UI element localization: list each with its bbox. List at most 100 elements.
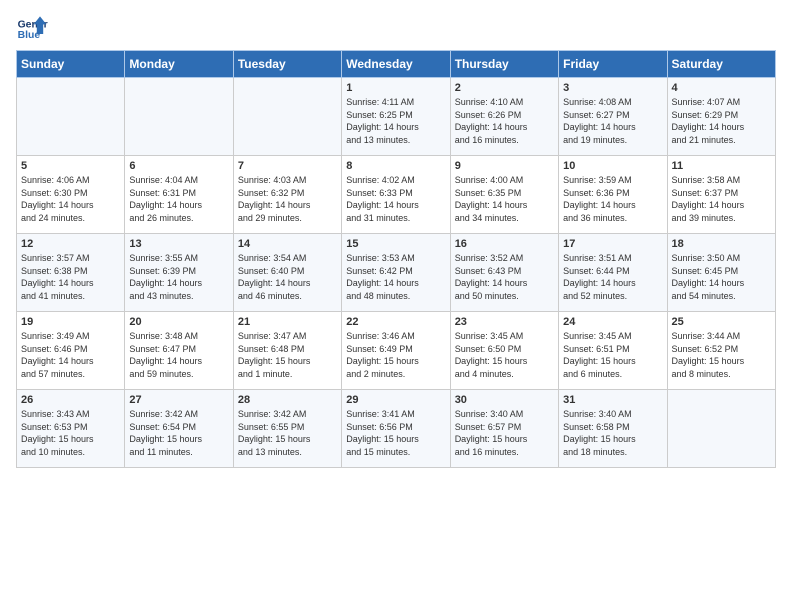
day-number: 22: [346, 316, 445, 328]
day-number: 30: [455, 394, 554, 406]
day-cell: 20 Sunrise: 3:48 AM Sunset: 6:47 PM Dayli…: [125, 312, 233, 390]
day-cell: [233, 78, 341, 156]
day-cell: 17Sunrise: 3:51 AM Sunset: 6:44 PM Dayli…: [559, 234, 667, 312]
day-cell: 12 Sunrise: 3:57 AM Sunset: 6:38 PM Dayli…: [17, 234, 125, 312]
day-cell: 23Sunrise: 3:45 AM Sunset: 6:50 PM Dayli…: [450, 312, 558, 390]
day-cell: [17, 78, 125, 156]
day-info: Sunrise: 3:44 AM Sunset: 6:52 PM Dayligh…: [672, 330, 771, 380]
day-number: 6: [129, 160, 228, 172]
day-number: 4: [672, 82, 771, 94]
day-number: 21: [238, 316, 337, 328]
day-number: 27: [129, 394, 228, 406]
day-number: 15: [346, 238, 445, 250]
day-info: Sunrise: 3:47 AM Sunset: 6:48 PM Dayligh…: [238, 330, 337, 380]
day-info: Sunrise: 3:42 AM Sunset: 6:54 PM Dayligh…: [129, 408, 228, 458]
day-cell: 13 Sunrise: 3:55 AM Sunset: 6:39 PM Dayli…: [125, 234, 233, 312]
day-number: 23: [455, 316, 554, 328]
day-info: Sunrise: 3:59 AM Sunset: 6:36 PM Dayligh…: [563, 174, 662, 224]
day-cell: 18 Sunrise: 3:50 AM Sunset: 6:45 PM Dayli…: [667, 234, 775, 312]
day-cell: 6 Sunrise: 4:04 AM Sunset: 6:31 PM Daylig…: [125, 156, 233, 234]
day-number: 19: [21, 316, 120, 328]
day-cell: 31 Sunrise: 3:40 AM Sunset: 6:58 PM Dayli…: [559, 390, 667, 468]
day-cell: 22 Sunrise: 3:46 AM Sunset: 6:49 PM Dayli…: [342, 312, 450, 390]
days-header-row: SundayMondayTuesdayWednesdayThursdayFrid…: [17, 51, 776, 78]
day-cell: 30 Sunrise: 3:40 AM Sunset: 6:57 PM Dayli…: [450, 390, 558, 468]
day-cell: 29Sunrise: 3:41 AM Sunset: 6:56 PM Dayli…: [342, 390, 450, 468]
header: General Blue: [16, 10, 776, 42]
day-number: 17: [563, 238, 662, 250]
day-cell: 5 Sunrise: 4:06 AM Sunset: 6:30 PM Daylig…: [17, 156, 125, 234]
day-info: Sunrise: 3:50 AM Sunset: 6:45 PM Dayligh…: [672, 252, 771, 302]
calendar-table: SundayMondayTuesdayWednesdayThursdayFrid…: [16, 50, 776, 468]
day-number: 1: [346, 82, 445, 94]
day-cell: 28 Sunrise: 3:42 AM Sunset: 6:55 PM Dayli…: [233, 390, 341, 468]
day-cell: 10 Sunrise: 3:59 AM Sunset: 6:36 PM Dayli…: [559, 156, 667, 234]
day-info: Sunrise: 3:40 AM Sunset: 6:58 PM Dayligh…: [563, 408, 662, 458]
day-header-friday: Friday: [559, 51, 667, 78]
day-cell: 21 Sunrise: 3:47 AM Sunset: 6:48 PM Dayli…: [233, 312, 341, 390]
day-cell: 25Sunrise: 3:44 AM Sunset: 6:52 PM Dayli…: [667, 312, 775, 390]
day-cell: 8Sunrise: 4:02 AM Sunset: 6:33 PM Daylig…: [342, 156, 450, 234]
day-number: 31: [563, 394, 662, 406]
day-info: Sunrise: 3:53 AM Sunset: 6:42 PM Dayligh…: [346, 252, 445, 302]
day-cell: 4 Sunrise: 4:07 AM Sunset: 6:29 PM Daylig…: [667, 78, 775, 156]
day-cell: 11 Sunrise: 3:58 AM Sunset: 6:37 PM Dayli…: [667, 156, 775, 234]
day-info: Sunrise: 4:11 AM Sunset: 6:25 PM Dayligh…: [346, 96, 445, 146]
day-number: 5: [21, 160, 120, 172]
day-info: Sunrise: 4:10 AM Sunset: 6:26 PM Dayligh…: [455, 96, 554, 146]
day-number: 24: [563, 316, 662, 328]
day-cell: 9 Sunrise: 4:00 AM Sunset: 6:35 PM Daylig…: [450, 156, 558, 234]
day-cell: 2 Sunrise: 4:10 AM Sunset: 6:26 PM Daylig…: [450, 78, 558, 156]
day-number: 26: [21, 394, 120, 406]
day-info: Sunrise: 4:07 AM Sunset: 6:29 PM Dayligh…: [672, 96, 771, 146]
day-info: Sunrise: 3:45 AM Sunset: 6:51 PM Dayligh…: [563, 330, 662, 380]
day-number: 10: [563, 160, 662, 172]
day-info: Sunrise: 4:06 AM Sunset: 6:30 PM Dayligh…: [21, 174, 120, 224]
day-info: Sunrise: 3:52 AM Sunset: 6:43 PM Dayligh…: [455, 252, 554, 302]
day-number: 8: [346, 160, 445, 172]
day-number: 14: [238, 238, 337, 250]
day-info: Sunrise: 3:43 AM Sunset: 6:53 PM Dayligh…: [21, 408, 120, 458]
day-number: 12: [21, 238, 120, 250]
day-cell: [125, 78, 233, 156]
day-cell: 15 Sunrise: 3:53 AM Sunset: 6:42 PM Dayli…: [342, 234, 450, 312]
day-number: 9: [455, 160, 554, 172]
day-cell: 19 Sunrise: 3:49 AM Sunset: 6:46 PM Dayli…: [17, 312, 125, 390]
day-cell: 27 Sunrise: 3:42 AM Sunset: 6:54 PM Dayli…: [125, 390, 233, 468]
week-row-5: 26 Sunrise: 3:43 AM Sunset: 6:53 PM Dayli…: [17, 390, 776, 468]
day-number: 16: [455, 238, 554, 250]
logo: General Blue: [16, 10, 52, 42]
day-info: Sunrise: 3:40 AM Sunset: 6:57 PM Dayligh…: [455, 408, 554, 458]
day-number: 13: [129, 238, 228, 250]
day-number: 20: [129, 316, 228, 328]
day-number: 11: [672, 160, 771, 172]
day-cell: 7 Sunrise: 4:03 AM Sunset: 6:32 PM Daylig…: [233, 156, 341, 234]
day-number: 18: [672, 238, 771, 250]
week-row-2: 5 Sunrise: 4:06 AM Sunset: 6:30 PM Daylig…: [17, 156, 776, 234]
week-row-1: 1 Sunrise: 4:11 AM Sunset: 6:25 PM Daylig…: [17, 78, 776, 156]
day-cell: 26 Sunrise: 3:43 AM Sunset: 6:53 PM Dayli…: [17, 390, 125, 468]
day-info: Sunrise: 4:00 AM Sunset: 6:35 PM Dayligh…: [455, 174, 554, 224]
day-number: 7: [238, 160, 337, 172]
day-info: Sunrise: 3:54 AM Sunset: 6:40 PM Dayligh…: [238, 252, 337, 302]
day-info: Sunrise: 3:55 AM Sunset: 6:39 PM Dayligh…: [129, 252, 228, 302]
day-info: Sunrise: 3:49 AM Sunset: 6:46 PM Dayligh…: [21, 330, 120, 380]
day-info: Sunrise: 3:48 AM Sunset: 6:47 PM Dayligh…: [129, 330, 228, 380]
day-number: 2: [455, 82, 554, 94]
day-cell: 24 Sunrise: 3:45 AM Sunset: 6:51 PM Dayli…: [559, 312, 667, 390]
day-info: Sunrise: 4:03 AM Sunset: 6:32 PM Dayligh…: [238, 174, 337, 224]
week-row-3: 12 Sunrise: 3:57 AM Sunset: 6:38 PM Dayli…: [17, 234, 776, 312]
week-row-4: 19 Sunrise: 3:49 AM Sunset: 6:46 PM Dayli…: [17, 312, 776, 390]
day-number: 28: [238, 394, 337, 406]
day-cell: 3Sunrise: 4:08 AM Sunset: 6:27 PM Daylig…: [559, 78, 667, 156]
day-info: Sunrise: 3:46 AM Sunset: 6:49 PM Dayligh…: [346, 330, 445, 380]
page: General Blue SundayMondayTuesdayWednesda…: [0, 0, 792, 478]
day-info: Sunrise: 3:42 AM Sunset: 6:55 PM Dayligh…: [238, 408, 337, 458]
day-header-saturday: Saturday: [667, 51, 775, 78]
day-info: Sunrise: 3:57 AM Sunset: 6:38 PM Dayligh…: [21, 252, 120, 302]
day-info: Sunrise: 4:04 AM Sunset: 6:31 PM Dayligh…: [129, 174, 228, 224]
day-header-tuesday: Tuesday: [233, 51, 341, 78]
day-header-thursday: Thursday: [450, 51, 558, 78]
day-cell: 16 Sunrise: 3:52 AM Sunset: 6:43 PM Dayli…: [450, 234, 558, 312]
day-info: Sunrise: 3:58 AM Sunset: 6:37 PM Dayligh…: [672, 174, 771, 224]
